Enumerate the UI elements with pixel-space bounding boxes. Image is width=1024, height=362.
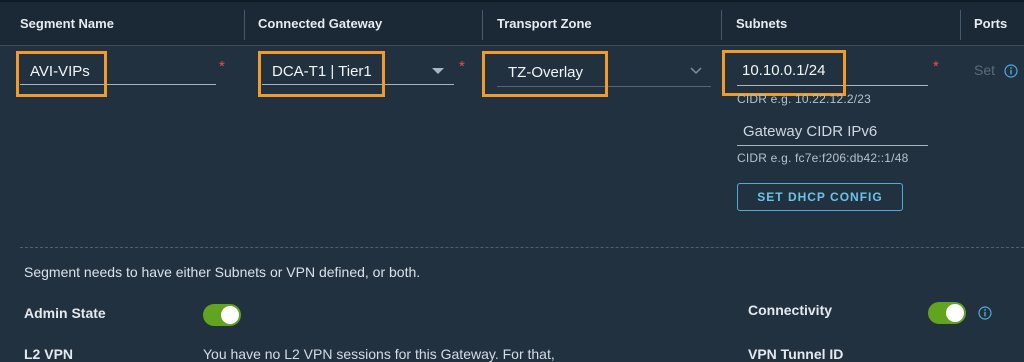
connected-gateway-highlight — [258, 51, 385, 97]
table-header: Segment Name Connected Gateway Transport… — [0, 0, 1024, 46]
connectivity-label: Connectivity — [748, 302, 833, 318]
caret-down-icon[interactable] — [432, 68, 444, 74]
column-header-ports[interactable]: Ports — [974, 0, 1007, 45]
info-icon[interactable] — [978, 306, 992, 320]
transport-zone-highlight — [482, 51, 608, 97]
column-divider — [244, 10, 245, 40]
required-marker: * — [933, 58, 939, 75]
gateway-ipv6-underline — [737, 145, 928, 146]
gateway-ipv6-input[interactable]: Gateway CIDR IPv6 — [743, 123, 877, 140]
ports-set-link[interactable]: Set — [974, 62, 995, 78]
section-divider — [20, 247, 1024, 248]
subnet-hint: CIDR e.g. 10.22.12.2/23 — [737, 92, 872, 106]
l2-vpn-message: You have no L2 VPN sessions for this Gat… — [203, 346, 555, 362]
column-divider — [721, 10, 722, 40]
subnet-highlight — [722, 50, 846, 96]
toggle-knob — [946, 304, 964, 322]
admin-state-toggle[interactable] — [203, 304, 241, 326]
required-marker: * — [459, 58, 465, 75]
toggle-knob — [221, 306, 239, 324]
vpn-tunnel-id-label: VPN Tunnel ID — [748, 346, 844, 362]
column-header-subnets[interactable]: Subnets — [736, 0, 787, 45]
gateway-ipv6-hint: CIDR e.g. fc7e:f206:db42::1/48 — [737, 151, 909, 165]
connectivity-toggle[interactable] — [928, 302, 966, 324]
column-header-transport-zone[interactable]: Transport Zone — [497, 0, 592, 45]
column-header-segment-name[interactable]: Segment Name — [20, 0, 114, 45]
info-icon[interactable] — [1004, 64, 1018, 78]
required-marker: * — [219, 58, 225, 75]
column-divider — [482, 10, 483, 40]
subnet-vpn-note: Segment needs to have either Subnets or … — [24, 264, 421, 280]
l2-vpn-label: L2 VPN — [24, 346, 74, 362]
column-header-connected-gateway[interactable]: Connected Gateway — [258, 0, 382, 45]
set-dhcp-config-button[interactable]: SET DHCP CONFIG — [737, 183, 903, 211]
chevron-down-icon[interactable] — [690, 67, 702, 75]
column-divider — [960, 10, 961, 40]
segment-name-highlight — [16, 51, 107, 97]
admin-state-label: Admin State — [24, 305, 106, 321]
